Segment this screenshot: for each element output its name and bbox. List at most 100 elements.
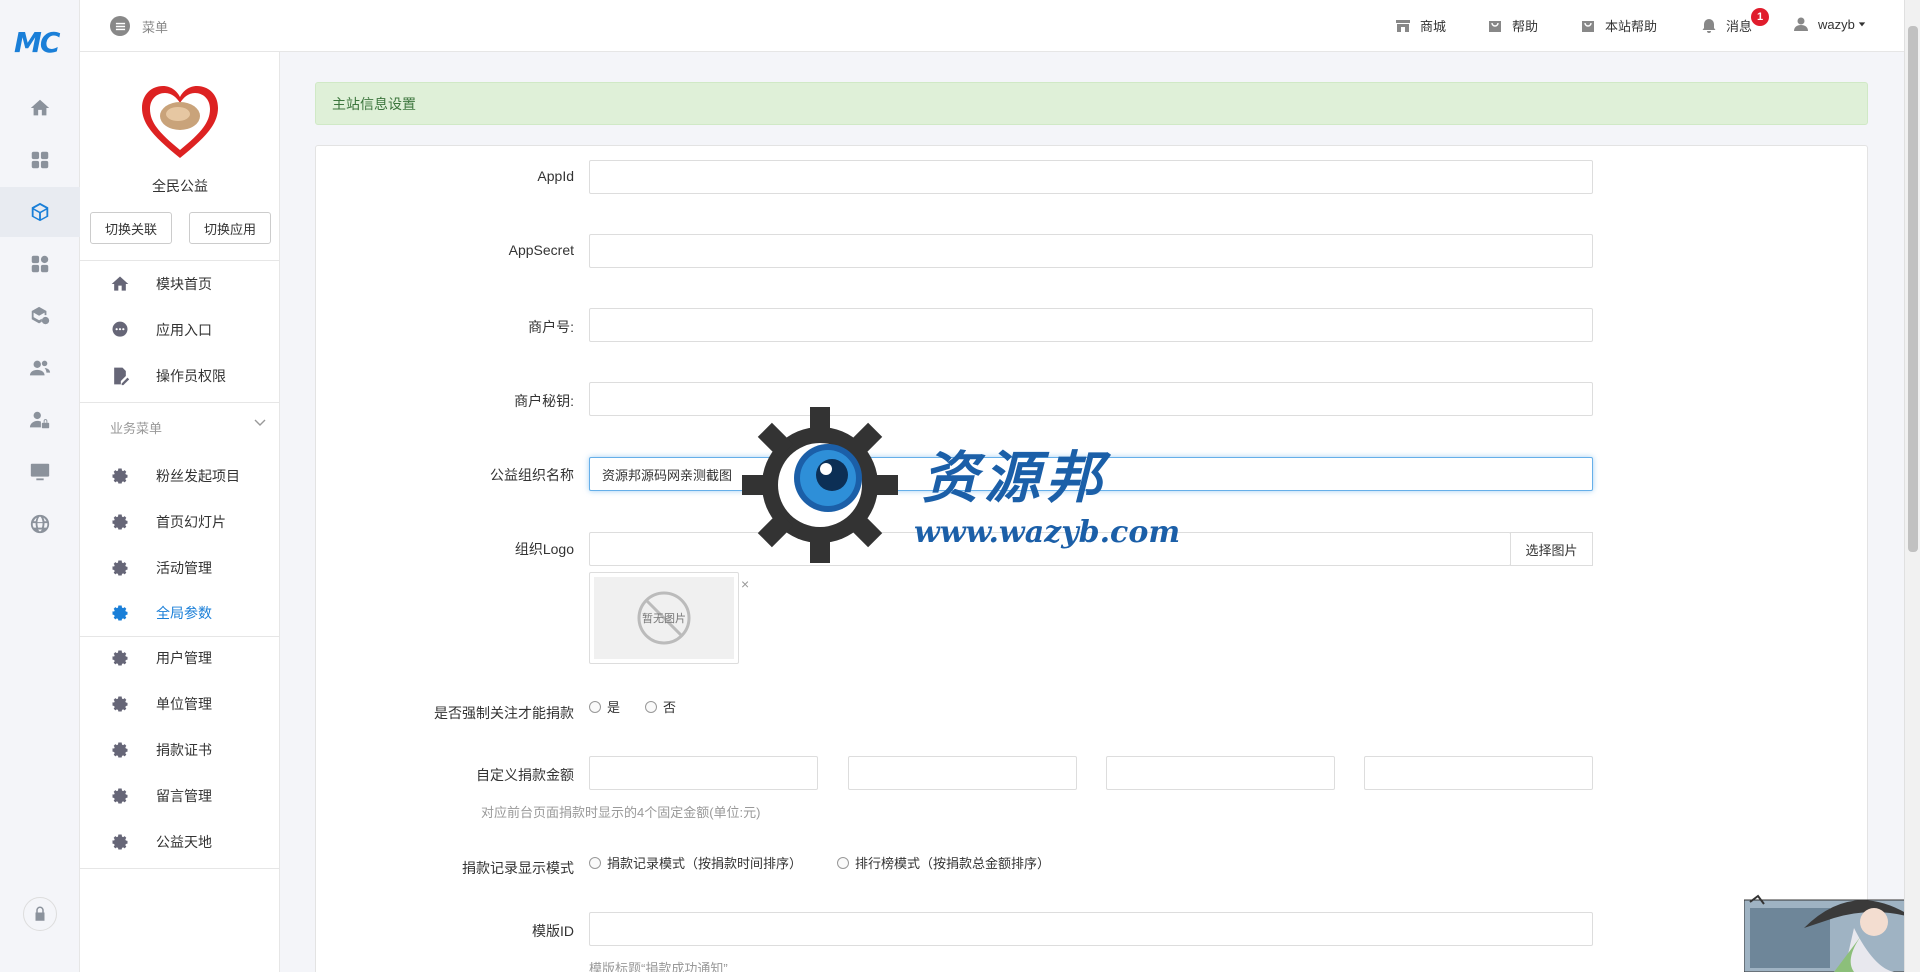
custom-amount-help: 对应前台页面捐款时显示的4个固定金额(单位:元) bbox=[481, 805, 761, 820]
user-icon bbox=[1794, 17, 1808, 31]
sidebar-item-unit-management[interactable]: 单位管理 bbox=[80, 682, 280, 726]
sidebar-item-home-slides[interactable]: 首页幻灯片 bbox=[80, 500, 280, 544]
force-follow-yes-radio[interactable]: 是 bbox=[589, 697, 620, 716]
record-mode-rank-radio[interactable]: 排行榜模式（按捐款总金额排序） bbox=[837, 853, 1050, 872]
radio-circle bbox=[589, 700, 601, 713]
sidebar-divider bbox=[80, 260, 280, 261]
username: wazyb bbox=[1818, 16, 1855, 32]
sidebar-item-fan-projects[interactable]: 粉丝发起项目 bbox=[80, 454, 280, 498]
sidebar-item-label: 全局参数 bbox=[156, 605, 212, 621]
template-id-label: 模版ID bbox=[532, 923, 574, 939]
custom-amount-label: 自定义捐款金额 bbox=[476, 767, 574, 783]
radio-circle bbox=[837, 856, 849, 869]
force-follow-no-radio[interactable]: 否 bbox=[645, 697, 676, 716]
custom-amount-input-3[interactable] bbox=[1106, 756, 1335, 790]
sidebar-item-module-home[interactable]: 模块首页 bbox=[80, 262, 280, 306]
sidebar-item-charity-world[interactable]: 公益天地 bbox=[80, 820, 280, 864]
header-link-help[interactable]: 帮助 bbox=[1487, 16, 1538, 35]
package-settings-icon[interactable] bbox=[0, 291, 80, 341]
sidebar-item-donation-certificate[interactable]: 捐款证书 bbox=[80, 728, 280, 772]
sidebar-item-user-management[interactable]: 用户管理 bbox=[80, 636, 280, 680]
bag-icon bbox=[1582, 20, 1594, 32]
custom-amount-input-4[interactable] bbox=[1364, 756, 1593, 790]
sidebar-item-app-entry[interactable]: 应用入口 bbox=[80, 308, 280, 352]
force-follow-label: 是否强制关注才能捐款 bbox=[434, 705, 574, 721]
sidebar-item-global-params[interactable]: 全局参数 bbox=[80, 591, 280, 635]
user-menu[interactable]: wazyb bbox=[1793, 16, 1866, 32]
choose-image-button[interactable]: 选择图片 bbox=[1510, 532, 1593, 566]
home-icon[interactable] bbox=[0, 83, 80, 133]
bag-icon bbox=[1489, 20, 1501, 32]
header-link-label: 本站帮助 bbox=[1605, 19, 1658, 34]
menu-toggle[interactable]: 菜单 bbox=[110, 16, 168, 36]
radio-label: 捐款记录模式（按捐款时间排序） bbox=[607, 856, 803, 871]
record-mode-time-radio[interactable]: 捐款记录模式（按捐款时间排序） bbox=[589, 853, 802, 872]
monitor-icon[interactable] bbox=[0, 447, 80, 497]
template-help: 模版标题“捐款成功通知” bbox=[589, 961, 728, 972]
org-name-label: 公益组织名称 bbox=[490, 467, 574, 483]
custom-amount-input-2[interactable] bbox=[848, 756, 1077, 790]
chevron-down-icon[interactable] bbox=[253, 416, 267, 430]
logo-label: 组织Logo bbox=[514, 541, 574, 557]
appsecret-input[interactable] bbox=[589, 234, 1593, 268]
gear-icon bbox=[110, 786, 130, 806]
org-name-input[interactable]: 资源邦源码网亲测截图 bbox=[589, 457, 1593, 491]
gear-icon bbox=[110, 558, 130, 578]
menu-label: 菜单 bbox=[142, 19, 169, 35]
merchant-key-label: 商户秘钥: bbox=[514, 393, 574, 409]
user-lock-icon[interactable] bbox=[0, 395, 80, 445]
sidebar-item-message-management[interactable]: 留言管理 bbox=[80, 774, 280, 818]
sidebar-item-label: 留言管理 bbox=[156, 788, 212, 804]
merchant-key-input[interactable] bbox=[589, 382, 1593, 416]
switch-app-button[interactable]: 切换应用 bbox=[189, 212, 271, 244]
gear-icon bbox=[110, 740, 130, 760]
sidebar-divider bbox=[80, 868, 280, 869]
header-link-store[interactable]: 商城 bbox=[1395, 16, 1446, 35]
corner-character-widget[interactable] bbox=[1744, 888, 1920, 972]
modules-icon[interactable] bbox=[0, 239, 80, 289]
header-link-label: 商城 bbox=[1420, 19, 1447, 34]
sidebar-item-activity-management[interactable]: 活动管理 bbox=[80, 546, 280, 590]
appid-label: AppId bbox=[537, 168, 574, 184]
list-icon bbox=[110, 16, 130, 36]
merchant-no-input[interactable] bbox=[589, 308, 1593, 342]
message-count-badge: 1 bbox=[1751, 8, 1769, 26]
switch-link-button[interactable]: 切换关联 bbox=[90, 212, 172, 244]
sidebar-item-label: 公益天地 bbox=[156, 834, 212, 850]
header-link-label: 消息 bbox=[1726, 19, 1753, 34]
home-icon bbox=[110, 274, 130, 294]
app-name: 全民公益 bbox=[152, 178, 208, 194]
template-id-input[interactable] bbox=[589, 912, 1593, 946]
header-link-messages[interactable]: 消息 bbox=[1701, 16, 1752, 35]
cube-icon[interactable] bbox=[0, 187, 80, 237]
merchant-no-label: 商户号: bbox=[528, 319, 574, 335]
appsecret-label: AppSecret bbox=[508, 242, 574, 258]
logo-path-input[interactable] bbox=[589, 532, 1511, 566]
sidebar-group-label: 业务菜单 bbox=[110, 421, 163, 436]
sidebar-item-label: 捐款证书 bbox=[156, 742, 212, 758]
module-sidebar: 全民公益 切换关联 切换应用 模块首页 应用入口 操作员权限 业务菜单 粉丝发起… bbox=[80, 0, 280, 972]
app-logo[interactable]: MC bbox=[14, 26, 66, 59]
apps-grid-icon[interactable] bbox=[0, 135, 80, 185]
custom-amount-input-1[interactable] bbox=[589, 756, 818, 790]
appid-input[interactable] bbox=[589, 160, 1593, 194]
caret-down-icon bbox=[1858, 22, 1866, 27]
sidebar-item-label: 单位管理 bbox=[156, 696, 212, 712]
sidebar-item-label: 操作员权限 bbox=[156, 368, 226, 384]
logo-preview: 暂无图片 bbox=[589, 572, 739, 664]
scrollbar-thumb[interactable] bbox=[1908, 26, 1918, 552]
users-icon[interactable] bbox=[0, 343, 80, 393]
header-link-label: 帮助 bbox=[1512, 19, 1539, 34]
page-scrollbar[interactable] bbox=[1904, 0, 1920, 972]
record-mode-label: 捐款记录显示模式 bbox=[462, 860, 574, 876]
header-link-site-help[interactable]: 本站帮助 bbox=[1580, 16, 1657, 35]
sidebar-item-operator-permissions[interactable]: 操作员权限 bbox=[80, 354, 280, 398]
icon-rail: MC bbox=[0, 0, 80, 972]
document-edit-icon bbox=[110, 366, 130, 386]
sidebar-item-label: 模块首页 bbox=[156, 276, 212, 292]
globe-icon[interactable] bbox=[0, 499, 80, 549]
radio-label: 否 bbox=[663, 700, 677, 715]
lock-icon[interactable] bbox=[0, 888, 80, 940]
remove-image-button[interactable]: × bbox=[741, 576, 749, 592]
sidebar-item-label: 首页幻灯片 bbox=[156, 514, 226, 530]
